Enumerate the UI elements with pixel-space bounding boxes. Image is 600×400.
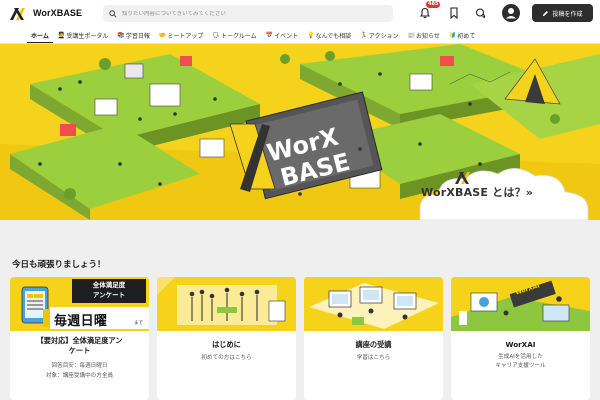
tab-talk-room-label: トークルーム: [220, 32, 257, 40]
card-getting-started-image: [157, 277, 296, 331]
card-course-sub: 学習はこちら: [356, 355, 391, 361]
pencil-icon: [543, 10, 549, 16]
hero-cta-link[interactable]: WorXBASE とは？»: [421, 184, 533, 200]
tab-student-portal-label: 受講生ポータル: [66, 32, 109, 40]
bookmark-icon[interactable]: [446, 5, 462, 21]
card-worxai-sub-1: 生成AIを活用した: [498, 354, 543, 360]
search-input[interactable]: [122, 10, 382, 17]
hero-banner[interactable]: WorX BASE WorXBASE とは？»: [0, 44, 600, 220]
tab-meetup-label: ミートアップ: [167, 32, 204, 40]
newspaper-icon: 📰: [407, 31, 415, 39]
tab-daily-report[interactable]: 📚 学習日報: [117, 27, 150, 43]
avatar-icon[interactable]: [502, 4, 520, 22]
card-survey-img-heading: 全体満足度 アンケート: [72, 280, 146, 300]
card-survey-title-1: 【要対応】全体満足度アン: [36, 336, 123, 345]
notification-badge: 485: [426, 1, 441, 8]
tab-student-portal[interactable]: 🧑‍🎓 受講生ポータル: [57, 27, 109, 43]
chat-icon[interactable]: [473, 5, 489, 21]
tab-talk-room[interactable]: 🗣 トークルーム: [212, 27, 257, 43]
main-nav: ホーム 🧑‍🎓 受講生ポータル 📚 学習日報 🤝 ミートアップ 🗣 トークルーム…: [0, 27, 600, 44]
handshake-icon: 🤝: [158, 31, 167, 39]
tab-daily-report-label: 学習日報: [125, 32, 150, 40]
student-icon: 🧑‍🎓: [57, 31, 66, 39]
runner-icon: 🏃: [360, 31, 368, 39]
card-list: 全体満足度 アンケート 毎週日曜 まで 【要対応】全体満足度アン ケート 回答目…: [10, 277, 590, 400]
lightbulb-icon: 💡: [307, 31, 315, 39]
search-bar[interactable]: [103, 5, 393, 22]
tab-events-label: イベント: [274, 32, 299, 40]
search-icon: [109, 9, 117, 18]
greeting-heading: 今日も頑張りましょう！: [12, 260, 106, 270]
tab-first-time-label: 初めて: [457, 32, 476, 40]
card-survey-img-head2: アンケート: [92, 291, 126, 299]
speaking-icon: 🗣: [212, 31, 220, 39]
card-course-title: 講座の受講: [355, 340, 392, 349]
card-course[interactable]: 講座の受講 学習はこちら: [304, 277, 443, 400]
create-post-button[interactable]: 投稿を作成: [532, 4, 593, 22]
beginner-icon: 🔰: [448, 31, 457, 39]
tab-first-time[interactable]: 🔰 初めて: [448, 27, 476, 43]
logo[interactable]: WorXBASE: [8, 4, 82, 22]
tab-action[interactable]: 🏃 アクション: [360, 27, 399, 43]
card-worxai-sub-2: キャリア支援ツール: [495, 363, 546, 369]
logo-mark-icon: [10, 8, 25, 20]
tab-consult-label: なんでも相談: [315, 32, 352, 40]
card-getting-started-title: はじめに: [212, 340, 241, 349]
card-survey-img-big: 毎週日曜: [54, 314, 108, 329]
card-survey[interactable]: 全体満足度 アンケート 毎週日曜 まで 【要対応】全体満足度アン ケート 回答目…: [10, 277, 149, 400]
card-survey-sub-1: 回答目安：毎週日曜日: [51, 363, 108, 369]
tab-home[interactable]: ホーム: [27, 27, 53, 43]
card-survey-sub-2: 対象：講座受講中の方全員: [45, 373, 114, 379]
logo-text: WorXBASE: [33, 8, 83, 18]
books-icon: 📚: [117, 31, 125, 39]
card-course-image: [304, 277, 443, 331]
card-getting-started[interactable]: はじめに 初めての方はこちら: [157, 277, 296, 400]
card-getting-started-sub: 初めての方はこちら: [201, 355, 252, 361]
tab-action-label: アクション: [368, 32, 399, 40]
tab-consult[interactable]: 💡 なんでも相談: [307, 27, 352, 43]
card-survey-title-2: ケート: [68, 346, 91, 355]
card-survey-image: 全体満足度 アンケート 毎週日曜 まで: [10, 277, 149, 331]
card-survey-img-head: 全体満足度: [92, 281, 126, 289]
calendar-icon: 📅: [265, 31, 274, 39]
tab-news-label: お知らせ: [415, 32, 440, 40]
card-survey-img-tail: まで: [134, 321, 143, 326]
card-worxai-title: WorXAI: [505, 340, 536, 349]
tab-meetup[interactable]: 🤝 ミートアップ: [158, 27, 204, 43]
tab-home-label: ホーム: [31, 32, 49, 40]
card-worxai-image: WorXAI: [451, 277, 590, 331]
top-bar: WorXBASE 485 投稿を: [0, 0, 600, 27]
tab-events[interactable]: 📅 イベント: [265, 27, 299, 43]
tab-news[interactable]: 📰 お知らせ: [407, 27, 440, 43]
create-post-label: 投稿を作成: [552, 10, 583, 18]
card-worxai[interactable]: WorXAI WorXAI 生成AIを活用した キャリア支援ツール: [451, 277, 590, 400]
